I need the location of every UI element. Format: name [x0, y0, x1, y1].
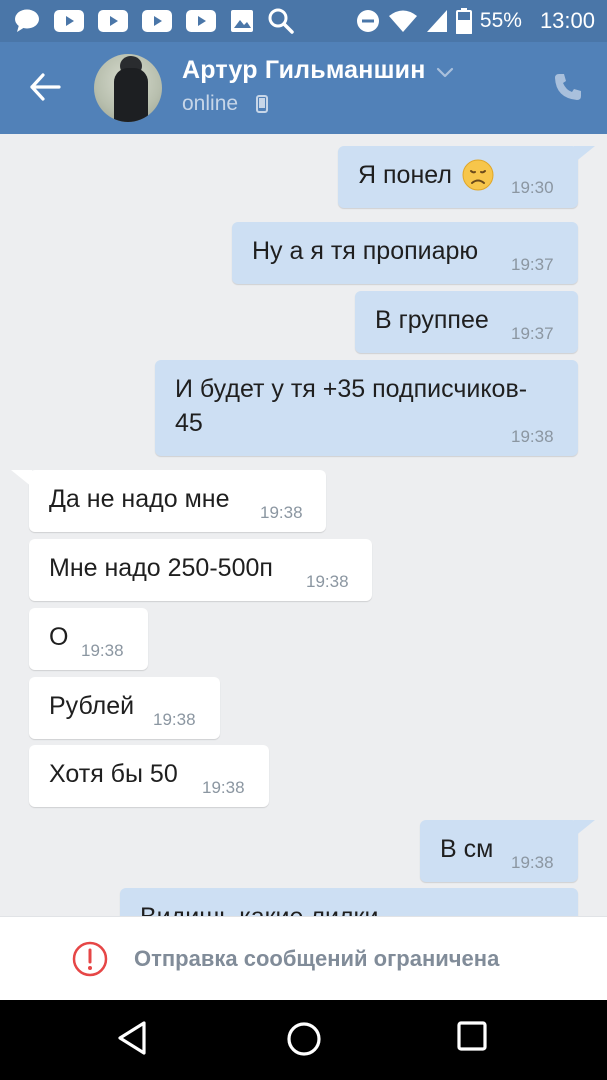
battery-icon — [455, 8, 472, 34]
status-bar: 55% 13:00 — [0, 0, 607, 42]
message-time: 19:38 — [260, 503, 303, 522]
wifi-icon — [388, 9, 418, 33]
contact-status: online — [182, 92, 239, 115]
restriction-text: Отправка сообщений ограничена — [134, 946, 500, 971]
youtube-icon — [142, 10, 172, 32]
recents-square-icon — [456, 1020, 496, 1052]
message-outgoing[interactable]: В см 19:38 — [420, 820, 595, 882]
chat-icon — [14, 9, 40, 33]
message-outgoing[interactable]: Видишь какие лилки — [120, 888, 578, 916]
message-list[interactable]: Я понел 19:30 Ну а я тя пропиарю 19:37 В… — [0, 134, 607, 916]
message-time: 19:38 — [511, 427, 554, 446]
avatar-body-shape — [114, 68, 148, 122]
clock: 13:00 — [539, 8, 595, 33]
arrow-back-icon — [28, 70, 68, 104]
message-time: 19:30 — [511, 178, 554, 197]
message-outgoing[interactable]: Ну а я тя пропиарю 19:37 — [232, 222, 578, 284]
chat-header: Артур Гильманшин online — [0, 42, 607, 134]
alert-circle-icon — [72, 941, 108, 977]
bubble-tail — [574, 820, 595, 837]
system-icons: 55% 13:00 — [356, 6, 595, 36]
message-text-line: И будет у тя +35 подписчиков- — [175, 375, 528, 403]
message-text: Да не надо мне — [49, 485, 230, 513]
message-time: 19:38 — [511, 853, 554, 872]
search-icon — [268, 8, 294, 34]
message-text: Рублей — [49, 692, 135, 720]
message-time: 19:38 — [202, 778, 245, 797]
message-text: Мне надо 250-500п — [49, 554, 273, 582]
message-time: 19:37 — [511, 324, 554, 343]
notification-icons — [14, 6, 294, 36]
navigation-bar — [0, 1000, 607, 1080]
message-outgoing[interactable]: И будет у тя +35 подписчиков- 45 19:38 — [155, 360, 578, 456]
avatar[interactable] — [94, 54, 162, 122]
message-incoming[interactable]: Мне надо 250-500п 19:38 — [29, 539, 372, 601]
phone-icon — [553, 72, 585, 102]
message-text: Я понел — [358, 161, 452, 189]
message-incoming[interactable]: Хотя бы 50 19:38 — [29, 745, 269, 807]
call-button[interactable] — [553, 72, 585, 104]
disappointed-face-emoji-icon — [462, 159, 494, 191]
message-incoming[interactable]: О 19:38 — [29, 608, 148, 670]
back-triangle-icon — [116, 1020, 156, 1056]
message-time: 19:38 — [153, 710, 196, 729]
message-text: Хотя бы 50 — [49, 760, 178, 788]
nav-back-button[interactable] — [116, 1020, 156, 1060]
chevron-down-icon[interactable] — [436, 67, 454, 79]
bubble-tail — [11, 470, 32, 487]
message-text: В см — [440, 835, 494, 863]
message-text: В группее — [375, 306, 489, 334]
message-outgoing[interactable]: В группее 19:37 — [355, 291, 578, 353]
signal-icon — [426, 9, 448, 33]
gallery-icon — [230, 9, 254, 33]
youtube-icon — [186, 10, 216, 32]
bubble-tail — [574, 146, 595, 163]
message-text: Видишь какие лилки — [140, 900, 378, 916]
message-text-line: 45 — [175, 409, 203, 437]
message-outgoing[interactable]: Я понел 19:30 — [338, 146, 595, 208]
restriction-notice: Отправка сообщений ограничена — [0, 916, 607, 1001]
message-text: О — [49, 623, 69, 651]
dnd-icon — [356, 9, 380, 33]
message-text: Ну а я тя пропиарю — [252, 237, 479, 265]
message-incoming[interactable]: Рублей 19:38 — [29, 677, 220, 739]
contact-name[interactable]: Артур Гильманшин — [182, 56, 426, 85]
message-time: 19:38 — [306, 572, 349, 591]
mobile-icon — [256, 95, 268, 113]
home-circle-icon — [285, 1020, 325, 1058]
back-button[interactable] — [28, 70, 68, 106]
message-time: 19:38 — [81, 641, 124, 660]
youtube-icon — [98, 10, 128, 32]
youtube-icon — [54, 10, 84, 32]
battery-percent: 55% — [479, 9, 522, 32]
nav-home-button[interactable] — [285, 1020, 325, 1060]
message-incoming[interactable]: Да не надо мне 19:38 — [11, 470, 326, 532]
message-time: 19:37 — [511, 255, 554, 274]
nav-recents-button[interactable] — [456, 1020, 496, 1060]
